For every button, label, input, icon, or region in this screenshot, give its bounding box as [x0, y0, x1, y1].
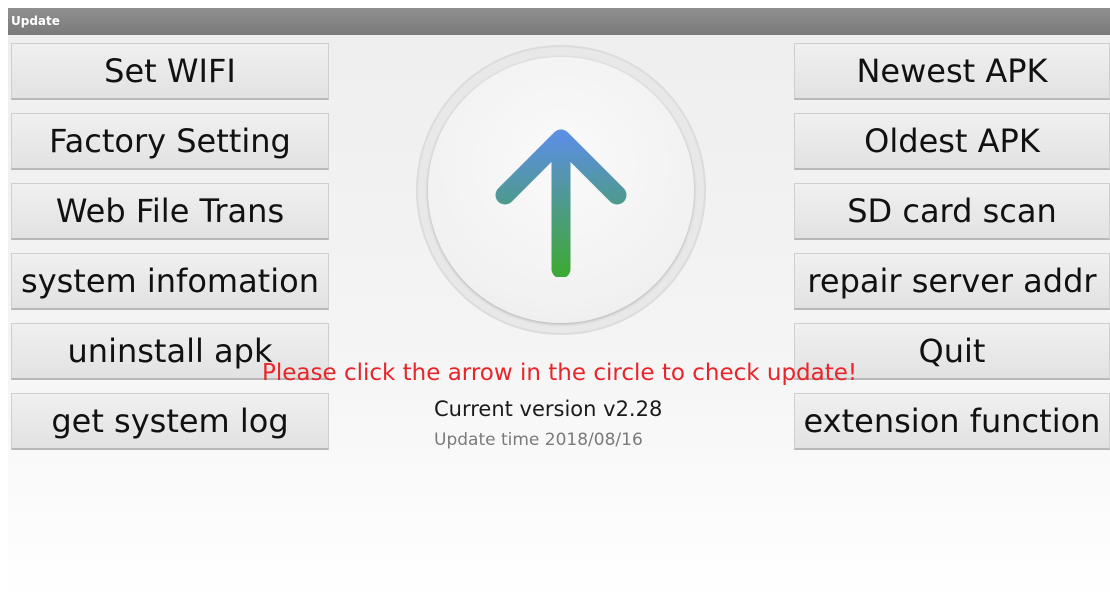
- factory-setting-button[interactable]: Factory Setting: [11, 113, 329, 170]
- system-information-button[interactable]: system infomation: [11, 253, 329, 310]
- oldest-apk-button[interactable]: Oldest APK: [794, 113, 1110, 170]
- repair-server-addr-button[interactable]: repair server addr: [794, 253, 1110, 310]
- set-wifi-button[interactable]: Set WIFI: [11, 43, 329, 100]
- arrow-up-icon: [495, 129, 627, 277]
- check-update-button[interactable]: [428, 57, 694, 323]
- update-hint-text: Please click the arrow in the circle to …: [262, 360, 858, 386]
- update-screen: Update Set WIFI Factory Setting Web File…: [8, 8, 1110, 601]
- window-title: Update: [8, 8, 1110, 35]
- sd-card-scan-button[interactable]: SD card scan: [794, 183, 1110, 240]
- update-time-label: Update time 2018/08/16: [434, 430, 643, 450]
- web-file-trans-button[interactable]: Web File Trans: [11, 183, 329, 240]
- get-system-log-button[interactable]: get system log: [11, 393, 329, 450]
- current-version-label: Current version v2.28: [434, 397, 663, 421]
- extension-function-button[interactable]: extension function: [794, 393, 1110, 450]
- newest-apk-button[interactable]: Newest APK: [794, 43, 1110, 100]
- update-circle-ring: [416, 45, 706, 335]
